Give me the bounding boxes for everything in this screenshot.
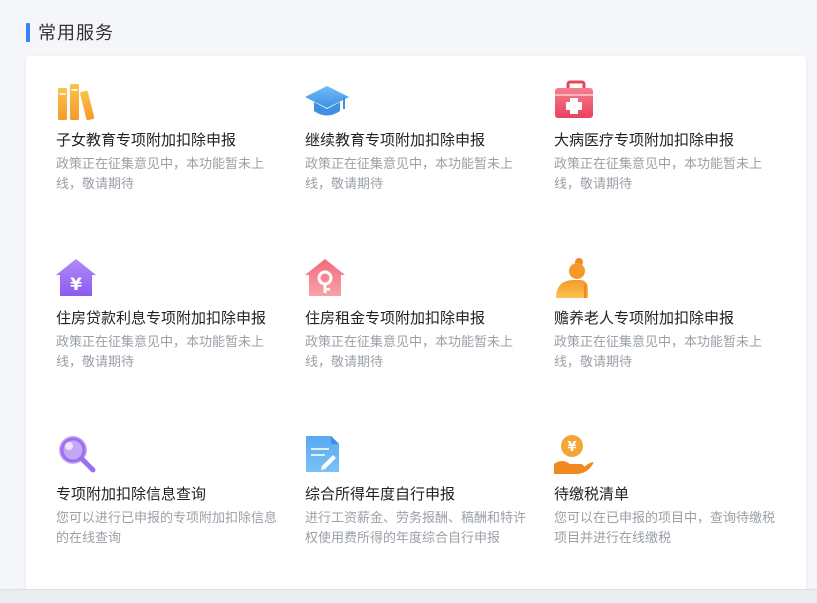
service-title: 住房贷款利息专项附加扣除申报 [56, 309, 267, 327]
medical-kit-icon [554, 80, 598, 124]
hand-coin-icon: ¥ [554, 434, 598, 478]
service-housing-loan[interactable]: ¥ 住房贷款利息专项附加扣除申报 政策正在征集意见中，本功能暂未上线，敬请期待 [56, 258, 292, 373]
title-accent-bar [26, 22, 30, 42]
service-description: 政策正在征集意见中，本功能暂未上线，敬请期待 [56, 157, 265, 192]
service-elderly-support[interactable]: 赡养老人专项附加扣除申报 政策正在征集意见中，本功能暂未上线，敬请期待 [554, 258, 790, 373]
service-title: 大病医疗专项附加扣除申报 [554, 131, 735, 149]
service-description: 您可以在已申报的项目中，查询待缴税项目并进行在线缴税 [554, 511, 776, 546]
house-key-icon [305, 258, 349, 302]
service-description: 政策正在征集意见中，本功能暂未上线，敬请期待 [56, 335, 265, 370]
document-edit-icon [305, 434, 349, 478]
service-description: 政策正在征集意见中，本功能暂未上线，敬请期待 [305, 335, 514, 370]
service-title: 赡养老人专项附加扣除申报 [554, 309, 735, 327]
service-annual-declaration[interactable]: 综合所得年度自行申报 进行工资薪金、劳务报酬、稿酬和特许权使用费所得的年度综合自… [305, 434, 541, 549]
graduation-cap-icon [305, 80, 349, 124]
svg-text:¥: ¥ [567, 440, 576, 455]
elderly-person-icon [554, 258, 598, 302]
service-deduction-query[interactable]: 专项附加扣除信息查询 您可以进行已申报的专项附加扣除信息的在线查询 [56, 434, 292, 549]
books-icon [56, 80, 100, 124]
section-header: 常用服务 [26, 20, 114, 44]
service-description: 政策正在征集意见中，本功能暂未上线，敬请期待 [554, 335, 763, 370]
service-title: 住房租金专项附加扣除申报 [305, 309, 486, 327]
service-description: 政策正在征集意见中，本功能暂未上线，敬请期待 [305, 157, 514, 192]
service-title: 专项附加扣除信息查询 [56, 485, 207, 503]
house-yuan-icon: ¥ [56, 258, 100, 302]
service-description: 进行工资薪金、劳务报酬、稿酬和特许权使用费所得的年度综合自行申报 [305, 511, 527, 546]
bottom-bar [0, 589, 817, 603]
services-card: 子女教育专项附加扣除申报 政策正在征集意见中，本功能暂未上线，敬请期待 继续教育… [26, 56, 806, 602]
service-serious-illness[interactable]: 大病医疗专项附加扣除申报 政策正在征集意见中，本功能暂未上线，敬请期待 [554, 80, 790, 195]
service-description: 您可以进行已申报的专项附加扣除信息的在线查询 [56, 511, 278, 546]
section-title: 常用服务 [38, 23, 114, 44]
service-continuing-education[interactable]: 继续教育专项附加扣除申报 政策正在征集意见中，本功能暂未上线，敬请期待 [305, 80, 541, 195]
service-child-education[interactable]: 子女教育专项附加扣除申报 政策正在征集意见中，本功能暂未上线，敬请期待 [56, 80, 292, 195]
service-title: 综合所得年度自行申报 [305, 485, 456, 503]
magnifier-icon [56, 434, 100, 478]
service-pending-tax[interactable]: ¥ 待缴税清单 您可以在已申报的项目中，查询待缴税项目并进行在线缴税 [554, 434, 790, 549]
service-description: 政策正在征集意见中，本功能暂未上线，敬请期待 [554, 157, 763, 192]
service-title: 继续教育专项附加扣除申报 [305, 131, 486, 149]
service-title: 子女教育专项附加扣除申报 [56, 131, 237, 149]
svg-text:¥: ¥ [70, 275, 82, 295]
service-title: 待缴税清单 [554, 485, 630, 503]
service-housing-rent[interactable]: 住房租金专项附加扣除申报 政策正在征集意见中，本功能暂未上线，敬请期待 [305, 258, 541, 373]
